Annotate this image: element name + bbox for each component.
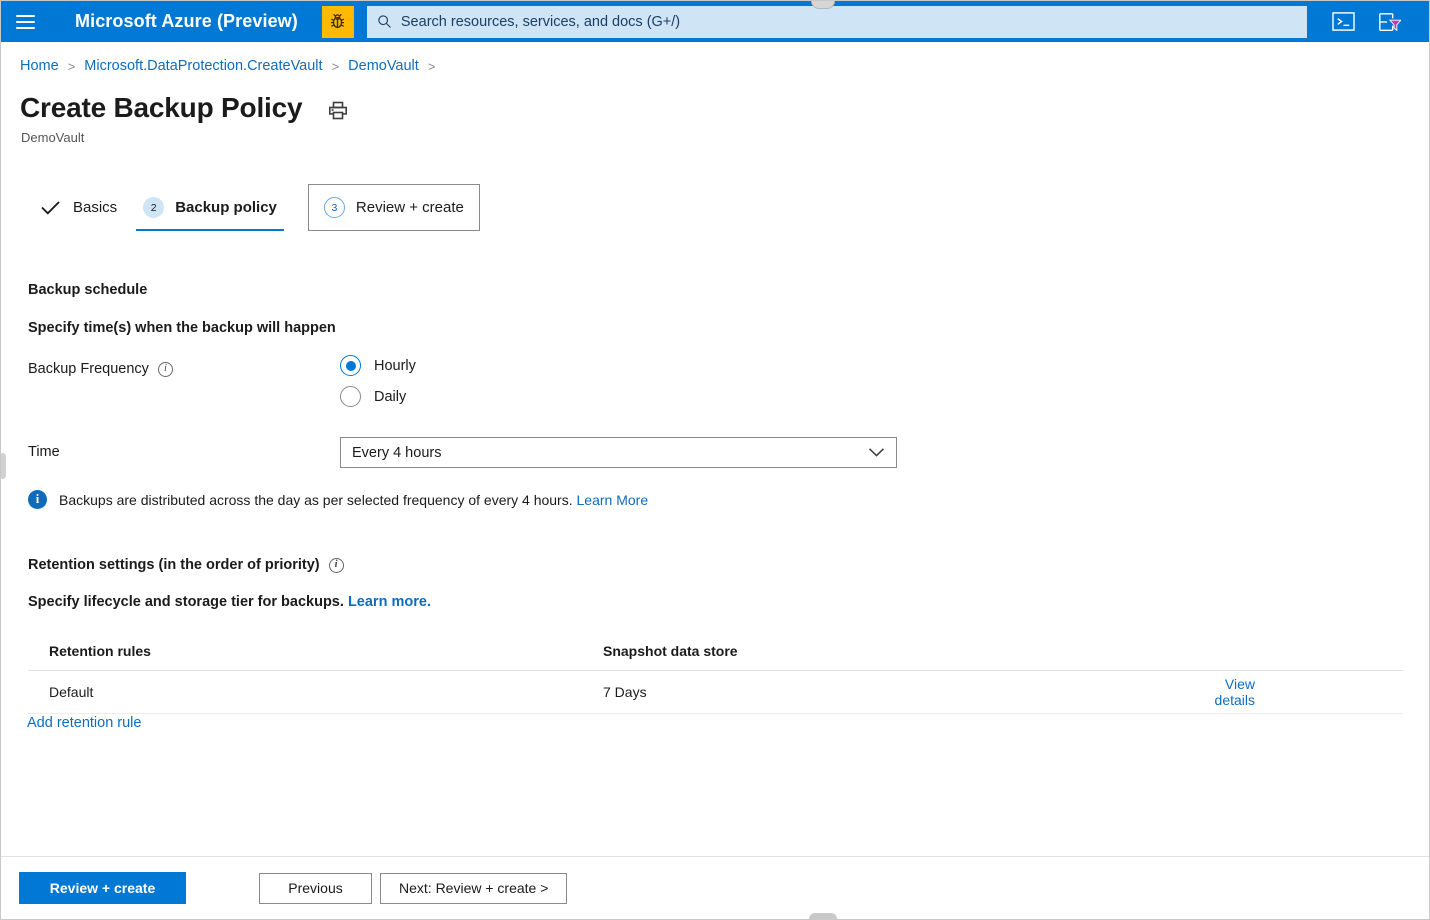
page-header: Create Backup Policy	[20, 91, 348, 125]
radio-hourly-label: Hourly	[374, 357, 416, 374]
breadcrumb-item-home[interactable]: Home	[20, 58, 59, 74]
info-icon[interactable]: i	[328, 557, 344, 573]
tab-basics[interactable]: Basics	[27, 184, 130, 231]
backup-frequency-label: Backup Frequency i	[28, 361, 173, 377]
tab-badge-3: 3	[323, 197, 345, 218]
breadcrumb-separator: >	[67, 58, 76, 74]
radio-option-daily[interactable]: Daily	[340, 386, 416, 407]
tab-review-create-label: Review + create	[355, 199, 464, 216]
table-header-row: Retention rules Snapshot data store	[28, 631, 1403, 671]
cell-snapshot-data-store: 7 Days	[603, 684, 647, 700]
radio-daily-indicator	[340, 386, 361, 407]
retention-settings-heading: Retention settings (in the order of prio…	[28, 557, 344, 573]
tab-badge-2: 2	[143, 197, 165, 218]
cloud-shell-icon[interactable]	[1332, 11, 1355, 32]
breadcrumb-item-createvault[interactable]: Microsoft.DataProtection.CreateVault	[84, 58, 322, 74]
chevron-down-icon	[868, 447, 885, 458]
next-review-create-button[interactable]: Next: Review + create >	[380, 872, 568, 904]
search-input[interactable]: Search resources, services, and docs (G+…	[366, 5, 1307, 38]
retention-rules-table: Retention rules Snapshot data store Defa…	[28, 631, 1403, 714]
column-header-snapshot-data-store: Snapshot data store	[603, 642, 738, 659]
table-row: Default 7 Days View details	[28, 671, 1403, 714]
check-icon	[40, 199, 61, 216]
wizard-tabs: Basics 2 Backup policy 3 Review + create	[27, 184, 480, 231]
backup-frequency-radio-group: Hourly Daily	[340, 355, 416, 417]
page-subtitle: DemoVault	[21, 130, 85, 145]
tab-review-create[interactable]: 3 Review + create	[307, 184, 480, 231]
info-icon[interactable]: i	[157, 361, 173, 377]
backup-schedule-subheading: Specify time(s) when the backup will hap…	[28, 320, 336, 336]
search-icon	[377, 14, 392, 29]
tab-backup-policy[interactable]: 2 Backup policy	[130, 184, 290, 231]
learn-more-link[interactable]: Learn More	[577, 492, 649, 508]
breadcrumb-separator: >	[427, 58, 436, 74]
view-details-link[interactable]: View details	[1183, 676, 1403, 708]
bottom-scroll-nub[interactable]	[809, 913, 837, 919]
directory-filter-icon[interactable]	[1377, 11, 1401, 33]
retention-learn-more-link[interactable]: Learn more.	[348, 594, 431, 610]
info-filled-icon: i	[28, 490, 47, 509]
tab-backup-policy-label: Backup policy	[175, 199, 277, 216]
retention-sub-text-body: Specify lifecycle and storage tier for b…	[28, 594, 344, 610]
info-message: i Backups are distributed across the day…	[28, 490, 648, 509]
breadcrumb-separator: >	[331, 58, 340, 74]
wizard-footer: Review + create Previous Next: Review + …	[1, 856, 1429, 919]
search-placeholder: Search resources, services, and docs (G+…	[400, 13, 681, 30]
retention-settings-heading-text: Retention settings (in the order of prio…	[28, 557, 320, 573]
brand-title: Microsoft Azure (Preview)	[75, 11, 298, 31]
backup-schedule-heading: Backup schedule	[28, 282, 148, 298]
time-select[interactable]: Every 4 hours	[340, 437, 897, 468]
backup-frequency-label-text: Backup Frequency	[28, 361, 149, 377]
time-select-value: Every 4 hours	[352, 444, 442, 461]
bug-icon[interactable]	[321, 5, 354, 38]
info-message-body: Backups are distributed across the day a…	[59, 491, 573, 508]
radio-option-hourly[interactable]: Hourly	[340, 355, 416, 376]
cell-retention-rule-name: Default	[49, 684, 94, 700]
page-title: Create Backup Policy	[20, 92, 303, 123]
top-navigation-bar: Microsoft Azure (Preview) Search resourc…	[1, 1, 1429, 42]
print-icon[interactable]	[328, 97, 348, 120]
info-message-text: Backups are distributed across the day a…	[59, 492, 648, 508]
azure-portal-page: Microsoft Azure (Preview) Search resourc…	[0, 0, 1430, 920]
add-retention-rule-link[interactable]: Add retention rule	[27, 715, 141, 731]
review-create-button[interactable]: Review + create	[19, 872, 186, 904]
previous-button[interactable]: Previous	[259, 872, 372, 904]
breadcrumb: Home > Microsoft.DataProtection.CreateVa…	[20, 58, 444, 74]
hamburger-menu-icon[interactable]	[1, 1, 49, 42]
retention-sub-text: Specify lifecycle and storage tier for b…	[28, 594, 431, 610]
time-label: Time	[28, 444, 60, 460]
radio-hourly-indicator	[340, 355, 361, 376]
radio-daily-label: Daily	[374, 388, 407, 405]
tab-basics-label: Basics	[73, 199, 118, 216]
left-scroll-nub[interactable]	[1, 453, 6, 479]
column-header-retention-rules: Retention rules	[49, 642, 151, 659]
breadcrumb-item-demovault[interactable]: DemoVault	[348, 58, 419, 74]
top-bar-icon-group	[1332, 11, 1429, 33]
